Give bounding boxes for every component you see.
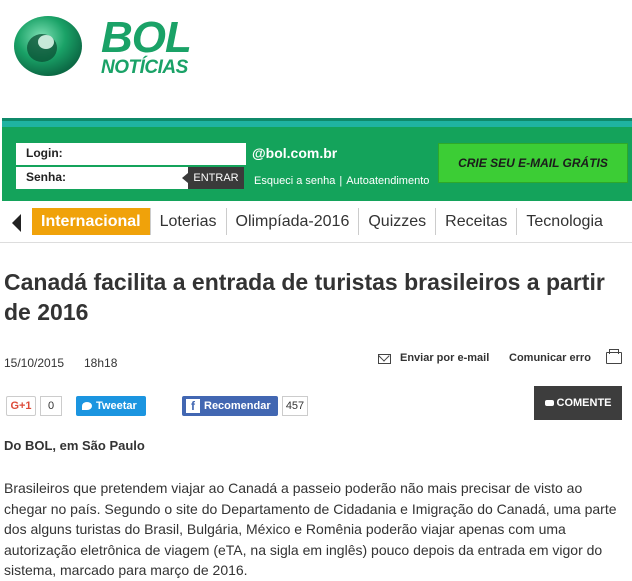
nav-prev-arrow-icon[interactable] [12,214,21,232]
brand-section: NOTÍCIAS [101,57,188,78]
nav-item-tecnologia[interactable]: Tecnologia [517,208,612,235]
gplus-button[interactable]: G+1 [6,396,36,416]
twitter-bird-icon [82,402,92,411]
entrar-button[interactable]: ENTRAR [182,167,244,189]
article-date: 15/10/2015 [4,356,65,370]
self-service-link[interactable]: Autoatendimento [346,175,429,187]
senha-label: Senha: [26,170,67,184]
article-headline: Canadá facilita a entrada de turistas br… [4,269,605,325]
nav-item-loterias[interactable]: Loterias [151,208,227,235]
brand-name: BOL [101,13,192,62]
comment-button[interactable]: COMENTE [534,386,622,420]
facebook-icon: f [186,399,200,414]
send-email-label: Enviar por e-mail [400,352,490,364]
login-links: Esqueci a senha | Autoatendimento [254,175,429,187]
article-byline: Do BOL, em São Paulo [4,438,145,453]
login-field: Login: [16,143,246,165]
nav-item-olimpiada[interactable]: Olimpíada-2016 [227,208,360,235]
login-input[interactable] [78,144,232,164]
nav-item-quizzes[interactable]: Quizzes [359,208,437,235]
print-icon[interactable] [606,349,622,364]
nav-item-receitas[interactable]: Receitas [436,208,518,235]
bol-globe-icon [14,16,82,76]
comment-label: COMENTE [556,397,612,409]
envelope-icon [378,354,391,364]
fb-label: Recomendar [204,400,271,412]
senha-field: Senha: [16,167,188,189]
article-time: 18h18 [84,356,118,370]
tweet-label: Tweetar [96,400,137,412]
send-email-link[interactable]: Enviar por e-mail [378,352,489,364]
nav-item-internacional[interactable]: Internacional [32,208,151,235]
bol-logo[interactable]: BOL NOTÍCIAS [12,14,192,84]
senha-input[interactable] [78,168,182,188]
article-body: Brasileiros que pretendem viajar ao Cana… [4,480,617,578]
login-label: Login: [26,146,63,160]
gplus-count: 0 [40,396,62,416]
create-email-button[interactable]: CRIE SEU E-MAIL GRÁTIS [438,143,628,183]
nav-items: Internacional Loterias Olimpíada-2016 Qu… [32,208,612,235]
link-separator: | [339,175,343,187]
forgot-password-link[interactable]: Esqueci a senha [254,175,335,187]
report-error-link[interactable]: Comunicar erro [509,352,591,364]
tweet-button[interactable]: Tweetar [76,396,146,416]
section-nav: Internacional Loterias Olimpíada-2016 Qu… [0,204,632,243]
login-bar-accent [2,121,632,127]
email-domain: @bol.com.br [252,145,338,161]
comment-bubble-icon [544,400,554,407]
login-bar: Login: Senha: ENTRAR @bol.com.br Esqueci… [2,118,632,201]
facebook-count: 457 [282,396,308,416]
facebook-recommend-button[interactable]: f Recomendar [182,396,278,416]
